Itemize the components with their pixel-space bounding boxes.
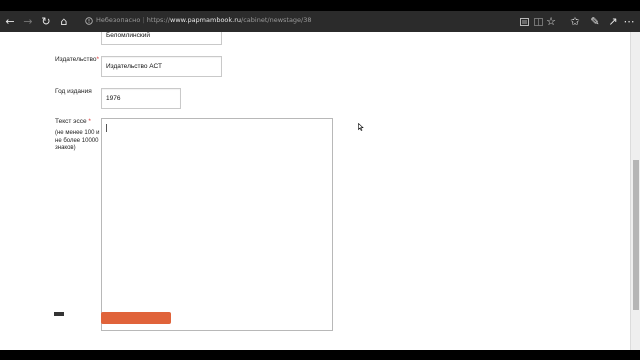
more-icon[interactable]: ⋯ <box>623 11 635 32</box>
home-icon[interactable]: ⌂ <box>57 11 71 32</box>
submit-button[interactable] <box>101 312 171 324</box>
footer-label-stub <box>54 312 64 316</box>
author-field[interactable]: Беломлинский <box>101 32 222 45</box>
refresh-icon[interactable]: ↻ <box>39 11 53 32</box>
publisher-label: Издательство* <box>55 56 100 63</box>
favorites-icon[interactable]: ✩ <box>569 11 581 32</box>
pen-icon[interactable]: ✎ <box>589 11 601 32</box>
share-icon[interactable]: ↗ <box>607 11 619 32</box>
essay-label: Текст эссе * <box>55 118 91 125</box>
back-icon[interactable]: ← <box>3 11 17 32</box>
browser-toolbar: ← → ↻ ⌂ Небезопасно | https://www.papmam… <box>0 11 640 32</box>
publisher-field[interactable]: Издательство АСТ <box>101 56 222 77</box>
year-value: 1976 <box>106 95 121 102</box>
publisher-value: Издательство АСТ <box>106 63 162 70</box>
url-text: Небезопасно | https://www.papmambook.ru/… <box>96 16 312 24</box>
favorite-icon[interactable]: ☆ <box>545 11 557 32</box>
reading-view-icon[interactable] <box>518 11 530 32</box>
forward-icon[interactable]: → <box>21 11 35 32</box>
insecure-icon <box>85 17 93 25</box>
essay-required-mark: * <box>88 118 91 125</box>
split-tab-icon[interactable] <box>532 11 544 32</box>
author-value: Беломлинский <box>106 32 150 39</box>
year-label: Год издания <box>55 88 92 95</box>
essay-textarea[interactable] <box>101 118 333 331</box>
address-bar[interactable]: Небезопасно | https://www.papmambook.ru/… <box>82 13 562 30</box>
essay-length-note: (не менее 100 и не более 10000 знаков) <box>55 130 100 151</box>
insecure-label: Небезопасно <box>96 16 141 24</box>
url-host: www.papmambook.ru <box>170 16 242 24</box>
mouse-cursor-icon <box>358 123 364 131</box>
text-caret <box>106 124 107 132</box>
url-path: /cabinet/newstage/38 <box>241 16 312 24</box>
scrollbar-thumb[interactable] <box>633 160 639 310</box>
publisher-required-mark: * <box>96 56 100 63</box>
year-field[interactable]: 1976 <box>101 88 181 109</box>
url-prefix: https:// <box>146 16 171 24</box>
page-content: Беломлинский Издательство* Издательство … <box>0 32 630 350</box>
page-scrollbar[interactable] <box>630 32 640 350</box>
